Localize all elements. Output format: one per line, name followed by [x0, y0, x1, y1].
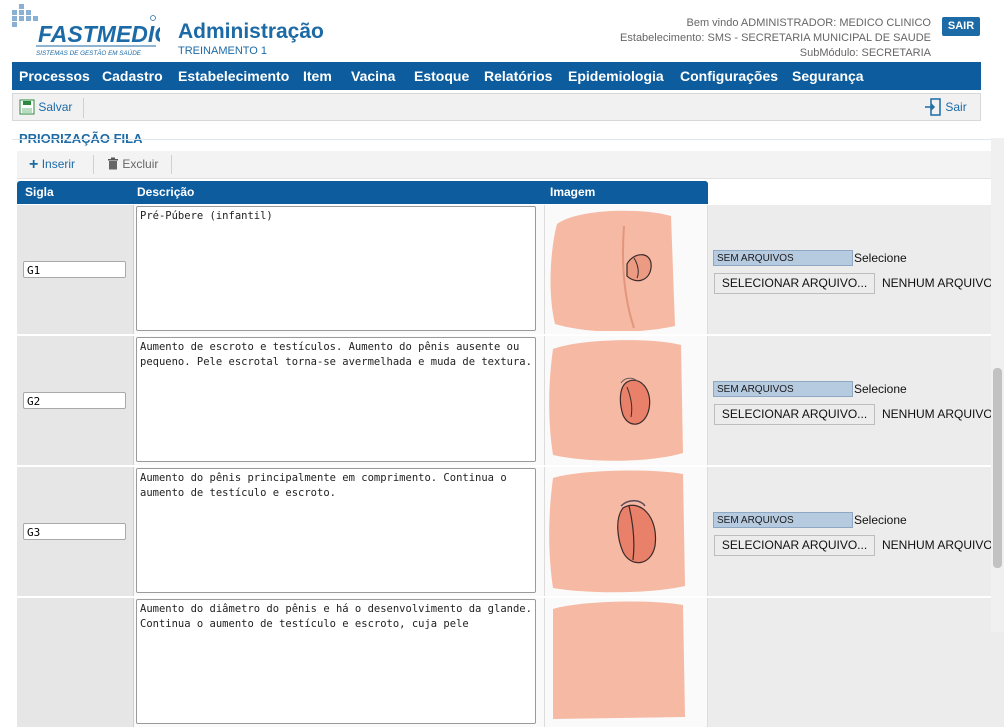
grid-header: Sigla Descrição Imagem: [17, 181, 708, 204]
menu-cadastro[interactable]: Cadastro: [102, 62, 163, 90]
stage-image: [549, 470, 685, 593]
menu-estabelecimento[interactable]: Estabelecimento: [178, 62, 289, 90]
save-icon: [19, 99, 35, 115]
description-textarea[interactable]: Aumento do diâmetro do pênis e há o dese…: [136, 599, 536, 724]
submodule-text: SubMódulo: SECRETARIA: [799, 47, 931, 59]
table-row: Aumento do diâmetro do pênis e há o dese…: [17, 598, 1004, 727]
insert-button[interactable]: + Inserir: [29, 151, 75, 177]
logout-button[interactable]: SAIR: [942, 17, 980, 36]
plus-icon: +: [29, 156, 39, 173]
toolbar-divider: [171, 155, 172, 174]
header: FASTMEDIC SISTEMAS DE GESTÃO EM SAÚDE Ad…: [0, 0, 1004, 62]
select-file-button[interactable]: SELECIONAR ARQUIVO...: [714, 404, 875, 425]
page-title: Administração: [178, 20, 324, 43]
table-row: G2 Aumento de escroto e testículos. Aume…: [17, 336, 1004, 465]
stage-image: [553, 601, 685, 719]
menu-estoque[interactable]: Estoque: [414, 62, 469, 90]
select-label: Selecione: [854, 513, 907, 527]
stage-image: [550, 210, 675, 331]
menu-configuracoes[interactable]: Configurações: [680, 62, 778, 90]
svg-text:SISTEMAS DE GESTÃO EM SAÚDE: SISTEMAS DE GESTÃO EM SAÚDE: [36, 48, 142, 57]
establishment-text: Estabelecimento: SMS - SECRETARIA MUNICI…: [620, 32, 931, 44]
select-label: Selecione: [854, 382, 907, 396]
sigla-input[interactable]: G1: [23, 261, 126, 278]
no-file-label: NENHUM ARQUIVO: [882, 276, 993, 290]
save-button[interactable]: Salvar: [19, 94, 72, 120]
toolbar: Salvar Sair: [12, 93, 981, 121]
file-status: SEM ARQUIVOS: [713, 512, 853, 528]
menu-epidemiologia[interactable]: Epidemiologia: [568, 62, 664, 90]
file-status: SEM ARQUIVOS: [713, 381, 853, 397]
stage-image: [549, 340, 683, 461]
description-textarea[interactable]: Aumento de escroto e testículos. Aumento…: [136, 337, 536, 462]
sigla-input[interactable]: G2: [23, 392, 126, 409]
exit-button[interactable]: Sair: [924, 94, 967, 120]
svg-text:FASTMEDIC: FASTMEDIC: [38, 21, 160, 47]
select-file-button[interactable]: SELECIONAR ARQUIVO...: [714, 535, 875, 556]
welcome-text: Bem vindo ADMINISTRADOR: MEDICO CLINICO: [686, 17, 932, 29]
menu-relatorios[interactable]: Relatórios: [484, 62, 552, 90]
section-divider: [12, 139, 992, 140]
grid-toolbar: + Inserir Excluir: [17, 151, 997, 179]
description-textarea[interactable]: Aumento do pênis principalmente em compr…: [136, 468, 536, 593]
toolbar-divider: [93, 155, 94, 174]
environment-label: TREINAMENTO 1: [178, 45, 268, 57]
page-scrollbar[interactable]: [991, 138, 1004, 632]
fastmedic-logo: FASTMEDIC SISTEMAS DE GESTÃO EM SAÚDE: [12, 4, 160, 57]
user-info: Bem vindo ADMINISTRADOR: MEDICO CLINICO …: [620, 16, 931, 61]
table-row: G3 Aumento do pênis principalmente em co…: [17, 467, 1004, 596]
exit-icon: [925, 98, 941, 116]
table-row: G1 Pré-Púbere (infantil) SEM ARQUIVOS Se…: [17, 205, 1004, 334]
toolbar-divider: [83, 98, 84, 118]
menu-item[interactable]: Item: [303, 62, 332, 90]
menu-vacina[interactable]: Vacina: [351, 62, 395, 90]
scrollbar-thumb[interactable]: [993, 368, 1002, 568]
menu-seguranca[interactable]: Segurança: [792, 62, 864, 90]
trash-icon: [108, 157, 118, 170]
column-header-sigla[interactable]: Sigla: [25, 181, 54, 204]
no-file-label: NENHUM ARQUIVO: [882, 538, 993, 552]
menu-processos[interactable]: Processos: [19, 62, 90, 90]
column-header-descricao[interactable]: Descrição: [137, 181, 194, 204]
sigla-input[interactable]: G3: [23, 523, 126, 540]
file-status: SEM ARQUIVOS: [713, 250, 853, 266]
select-label: Selecione: [854, 251, 907, 265]
description-textarea[interactable]: Pré-Púbere (infantil): [136, 206, 536, 331]
column-header-imagem[interactable]: Imagem: [550, 181, 595, 204]
delete-button[interactable]: Excluir: [107, 151, 158, 177]
no-file-label: NENHUM ARQUIVO: [882, 407, 993, 421]
select-file-button[interactable]: SELECIONAR ARQUIVO...: [714, 273, 875, 294]
main-menu: Processos Cadastro Estabelecimento Item …: [12, 62, 981, 90]
